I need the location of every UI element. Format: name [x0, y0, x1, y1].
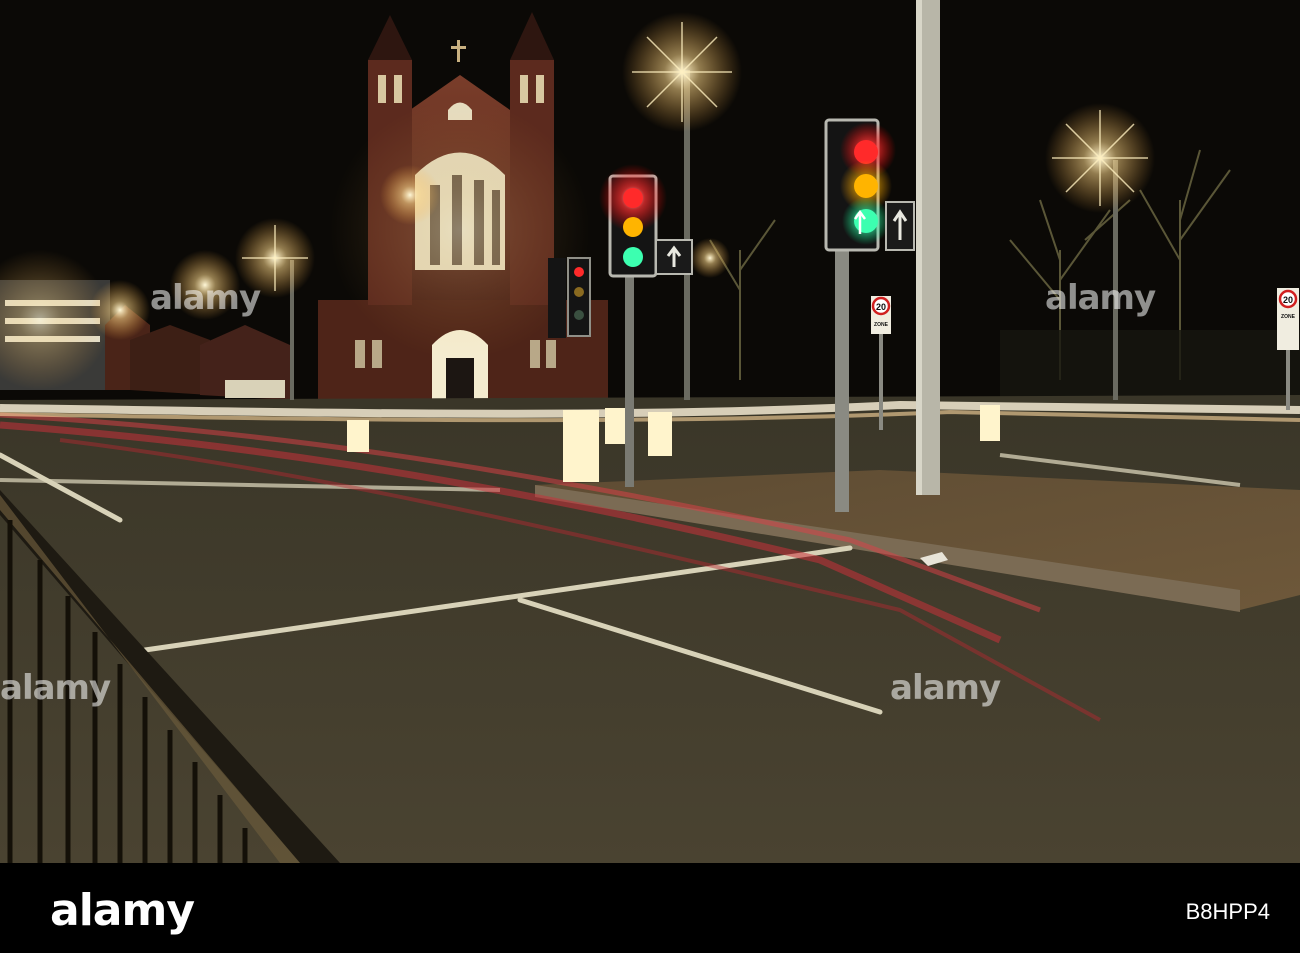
- footer-logo: alamy: [50, 885, 195, 936]
- speed-limit-value: 20: [876, 302, 886, 312]
- speed-limit-value: 20: [1283, 295, 1293, 305]
- speed-limit-zone-label: ZONE: [874, 322, 889, 328]
- night-street-photo: 20 ZONE 20 ZONE: [0, 0, 1300, 863]
- footer-bar: alamy B8HPP4: [0, 863, 1300, 953]
- traffic-light-small: [548, 257, 591, 338]
- image-id: B8HPP4: [1185, 899, 1270, 924]
- speed-limit-zone-label: ZONE: [1281, 314, 1296, 320]
